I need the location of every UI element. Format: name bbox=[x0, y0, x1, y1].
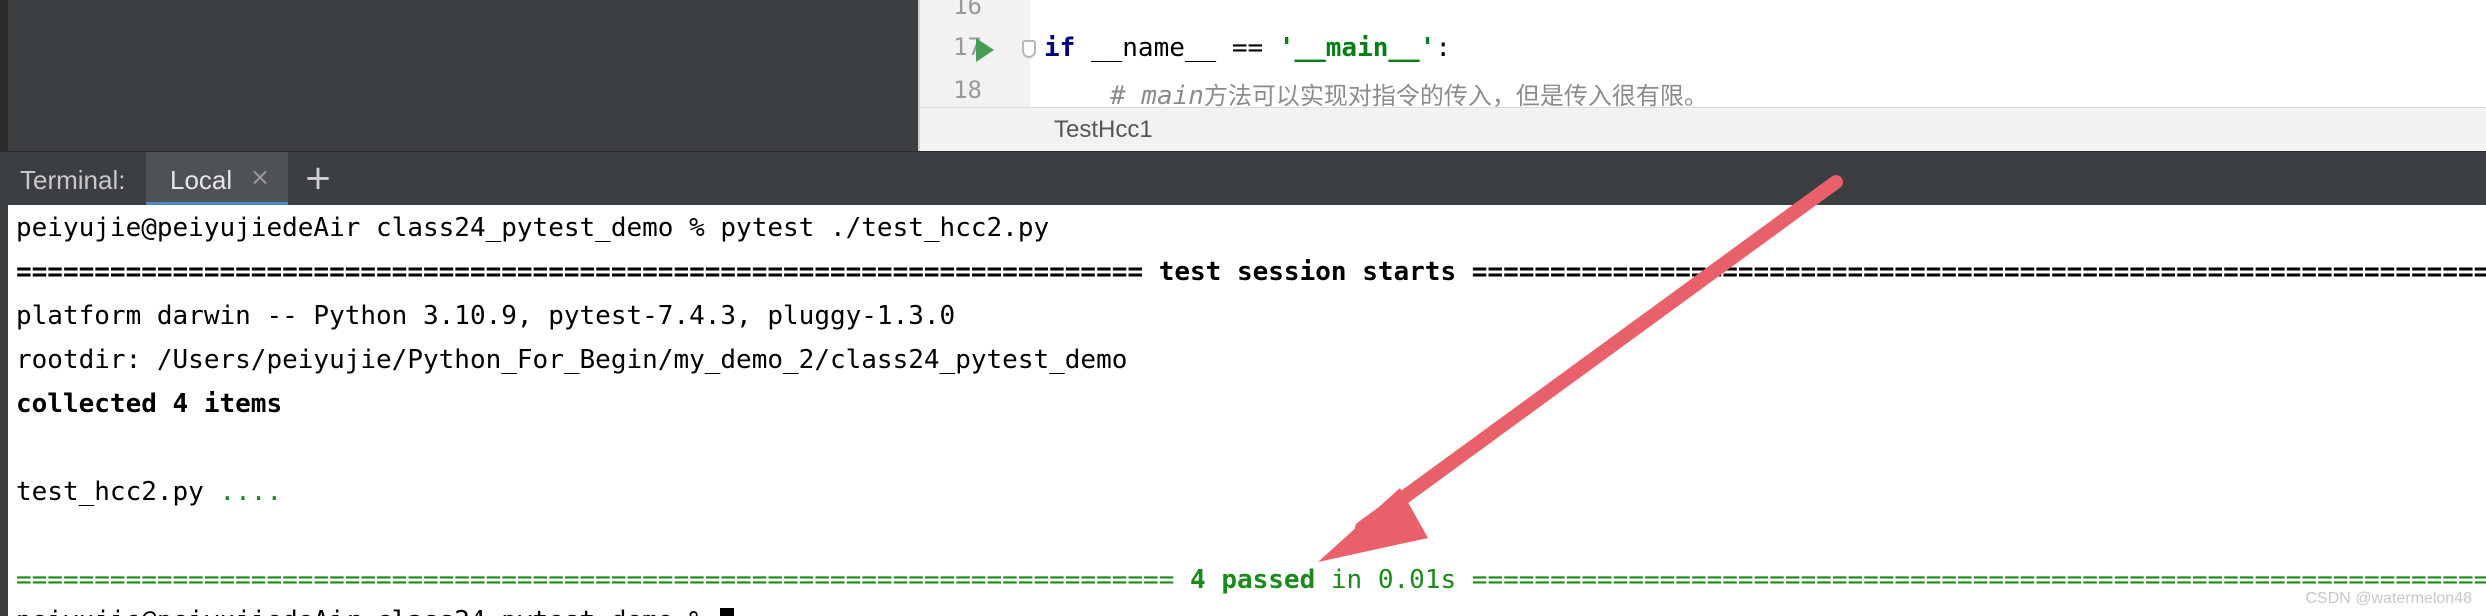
editor-breadcrumb-bar: TestHcc1 bbox=[918, 107, 2486, 151]
code-editor[interactable]: 16 17 18 if __name__ == '__main__': # ma… bbox=[918, 0, 2486, 107]
terminal-line-test-file: test_hcc2.py .... bbox=[16, 474, 282, 510]
terminal-line-result: ========================================… bbox=[16, 562, 2486, 598]
breadcrumb-label[interactable]: TestHcc1 bbox=[1054, 116, 1153, 144]
line-number: 18 bbox=[953, 76, 982, 104]
comment: 方法可以实现对指令的传入，但是传入很有限。 bbox=[1203, 82, 1708, 107]
new-terminal-tab-button[interactable]: + bbox=[300, 158, 336, 198]
terminal-line-collected: collected 4 items bbox=[16, 389, 283, 419]
string-literal: '__main__' bbox=[1278, 33, 1436, 63]
comment: # main bbox=[1110, 81, 1204, 107]
terminal-line-session-header: ========================================… bbox=[16, 254, 2486, 290]
test-progress-dots: .... bbox=[219, 477, 283, 507]
watermark: CSDN @watermelon48 bbox=[2305, 590, 2472, 607]
code-line-17[interactable]: if __name__ == '__main__': bbox=[1044, 33, 1451, 63]
terminal-output[interactable]: peiyujie@peiyujiedeAir class24_pytest_de… bbox=[0, 205, 2486, 616]
fold-icon[interactable] bbox=[1022, 40, 1036, 58]
run-icon[interactable] bbox=[976, 38, 994, 62]
terminal-line-rootdir: rootdir: /Users/peiyujie/Python_For_Begi… bbox=[16, 345, 1128, 375]
close-icon[interactable]: × bbox=[250, 163, 270, 191]
session-title: test session starts bbox=[1143, 257, 1472, 287]
terminal-line-platform: platform darwin -- Python 3.10.9, pytest… bbox=[16, 301, 956, 331]
tab-local[interactable]: Local × bbox=[146, 152, 288, 206]
terminal-line-prompt[interactable]: peiyujie@peiyujiedeAir class24_pytest_de… bbox=[16, 603, 735, 616]
tab-label: Local bbox=[170, 165, 233, 195]
text-cursor bbox=[720, 607, 735, 616]
separator: ========================================… bbox=[16, 257, 1144, 287]
terminal-toolbar: Terminal: Local × + bbox=[0, 151, 2486, 206]
project-panel bbox=[0, 0, 918, 151]
passed-count: 4 passed bbox=[1174, 565, 1316, 595]
separator: ========================================… bbox=[16, 565, 1175, 595]
test-file-name: test_hcc2.py bbox=[16, 477, 220, 507]
terminal-line-command: peiyujie@peiyujiedeAir class24_pytest_de… bbox=[16, 213, 1050, 243]
code-text: : bbox=[1435, 33, 1452, 63]
keyword: if bbox=[1044, 33, 1076, 63]
line-number: 16 bbox=[953, 0, 982, 20]
code-text: __name__ == bbox=[1075, 33, 1279, 63]
separator: ========================================… bbox=[1471, 257, 2486, 287]
prompt-text: peiyujie@peiyujiedeAir class24_pytest_de… bbox=[16, 606, 720, 616]
code-line-18[interactable]: # main方法可以实现对指令的传入，但是传入很有限。 bbox=[1110, 76, 1708, 107]
line-number: 17 bbox=[953, 33, 982, 61]
editor-gutter: 16 17 18 bbox=[920, 0, 1036, 107]
duration: in 0.01s bbox=[1315, 565, 1472, 595]
window-edge bbox=[0, 0, 8, 151]
terminal-title: Terminal: bbox=[20, 165, 126, 195]
